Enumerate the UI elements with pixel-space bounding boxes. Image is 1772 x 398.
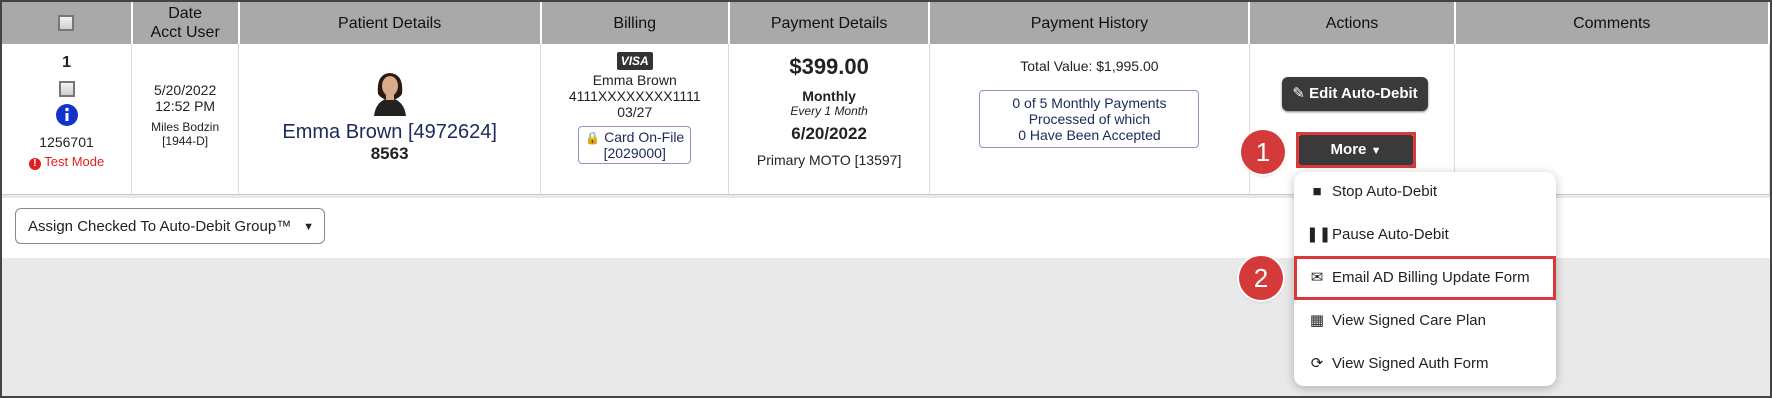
card-on-file-button[interactable]: 🔒 Card On-File [2029000] bbox=[578, 126, 692, 164]
frequency-detail: Every 1 Month bbox=[790, 104, 868, 118]
email-item-highlight bbox=[1294, 256, 1556, 300]
debit-date: 5/20/2022 bbox=[153, 82, 217, 98]
next-payment-date: 6/20/2022 bbox=[791, 124, 867, 143]
row-select-cell: 1 1256701 ! Test Mode bbox=[2, 44, 133, 195]
payment-frequency: Monthly bbox=[802, 88, 856, 104]
table-header-row: Date Acct User Patient Details Billing P… bbox=[2, 2, 1770, 44]
header-date: Date Acct User bbox=[131, 2, 240, 44]
payment-history-cell: Total Value: $1,995.00 0 of 5 Monthly Pa… bbox=[929, 44, 1250, 195]
info-icon[interactable] bbox=[2, 103, 131, 130]
patient-cell: Emma Brown [4972624] 8563 bbox=[238, 44, 542, 195]
select-all-checkbox[interactable] bbox=[58, 15, 75, 32]
row-index: 1 bbox=[62, 54, 71, 71]
patient-code: 8563 bbox=[370, 144, 409, 163]
payment-details-cell: $399.00 Monthly Every 1 Month 6/20/2022 … bbox=[728, 44, 930, 195]
header-payment-details: Payment Details bbox=[728, 2, 931, 44]
account-number: 1256701 bbox=[39, 134, 94, 151]
acct-user: Miles Bodzin bbox=[151, 120, 220, 134]
menu-item-view-care-plan[interactable]: ▦ View Signed Care Plan bbox=[1306, 301, 1546, 341]
avatar bbox=[239, 68, 540, 119]
header-billing: Billing bbox=[540, 2, 730, 44]
header-comments: Comments bbox=[1454, 2, 1770, 44]
test-mode-indicator: ! Test Mode bbox=[2, 154, 131, 171]
select-all-header bbox=[2, 2, 133, 44]
auto-debit-table: Date Acct User Patient Details Billing P… bbox=[2, 2, 1770, 195]
more-button-highlight bbox=[1296, 132, 1416, 168]
edit-auto-debit-button[interactable]: ✎ Edit Auto-Debit bbox=[1282, 77, 1428, 111]
debit-time: 12:52 PM bbox=[155, 98, 216, 114]
header-payment-history: Payment History bbox=[929, 2, 1251, 44]
processor: Primary MOTO [13597] bbox=[756, 152, 902, 168]
card-number: 4111XXXXXXXX1111 bbox=[568, 88, 701, 104]
pause-icon: ❚❚ bbox=[1306, 226, 1332, 243]
calculator-icon: ▦ bbox=[1309, 312, 1325, 329]
acct-user-id: [1944-D] bbox=[162, 134, 209, 148]
refresh-icon: ⟳ bbox=[1310, 355, 1324, 372]
menu-item-stop-auto-debit[interactable]: ■ Stop Auto-Debit bbox=[1306, 172, 1546, 212]
card-exp: 03/27 bbox=[617, 104, 653, 120]
billing-cell: VISA Emma Brown 4111XXXXXXXX1111 03/27 🔒… bbox=[540, 44, 730, 195]
menu-item-pause-auto-debit[interactable]: ❚❚Pause Auto-Debit bbox=[1306, 215, 1546, 255]
stop-icon: ■ bbox=[1312, 183, 1322, 200]
header-patient: Patient Details bbox=[238, 2, 542, 44]
total-value: Total Value: $1,995.00 bbox=[1020, 58, 1159, 74]
row-checkbox[interactable] bbox=[58, 81, 75, 98]
header-actions: Actions bbox=[1249, 2, 1456, 44]
payment-history-box[interactable]: 0 of 5 Monthly Payments Processed of whi… bbox=[979, 90, 1200, 148]
menu-item-view-auth-form[interactable]: ⟳ View Signed Auth Form bbox=[1306, 344, 1546, 384]
edit-icon: ✎ bbox=[1292, 85, 1305, 102]
auto-debit-group-select[interactable]: Assign Checked To Auto-Debit Group™ ▼ bbox=[15, 208, 325, 244]
patient-name-link[interactable]: Emma Brown [4972624] bbox=[239, 121, 540, 144]
lock-icon: 🔒 bbox=[585, 131, 601, 145]
visa-card-icon: VISA bbox=[541, 52, 728, 70]
step-1-badge: 1 bbox=[1241, 130, 1285, 174]
date-cell: 5/20/2022 12:52 PM Miles Bodzin [1944-D] bbox=[131, 44, 240, 195]
chevron-down-icon: ▼ bbox=[303, 221, 314, 233]
step-2-badge: 2 bbox=[1239, 256, 1283, 300]
auto-debit-panel: Date Acct User Patient Details Billing P… bbox=[0, 0, 1772, 398]
alert-icon: ! bbox=[28, 158, 41, 171]
payment-amount: $399.00 bbox=[789, 54, 869, 79]
billing-name: Emma Brown bbox=[592, 72, 677, 88]
